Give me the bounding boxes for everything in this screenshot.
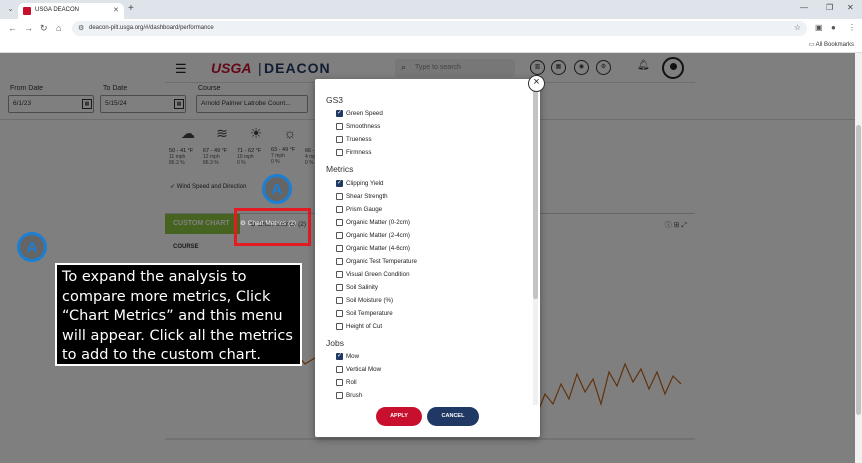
checkbox-label: Clipping Yield bbox=[346, 180, 384, 187]
profile-icon[interactable]: ● bbox=[831, 23, 836, 32]
checkbox-label: Mow bbox=[346, 353, 360, 360]
checkbox[interactable] bbox=[336, 149, 343, 156]
page-scrollbar[interactable] bbox=[855, 53, 862, 463]
checkbox[interactable] bbox=[336, 136, 343, 143]
site-info-icon[interactable]: ⚙ bbox=[78, 24, 84, 32]
instruction-callout: To expand the analysis to compare more m… bbox=[55, 263, 302, 366]
address-bar: ← → ↻ ⌂ ⚙ deacon-pilt.usga.org/#/dashboa… bbox=[0, 19, 862, 38]
checkbox[interactable] bbox=[336, 109, 343, 117]
checkbox[interactable] bbox=[336, 258, 343, 265]
checkbox[interactable] bbox=[336, 219, 343, 226]
checkbox-label: Soil Moisture (%) bbox=[346, 297, 394, 304]
annotation-marker: A bbox=[262, 174, 292, 204]
all-bookmarks[interactable]: ▭ All Bookmarks bbox=[809, 41, 854, 48]
apply-button[interactable]: APPLY bbox=[376, 407, 422, 426]
tab-close-icon[interactable]: ✕ bbox=[113, 6, 119, 14]
modal-scrollbar-thumb[interactable] bbox=[533, 87, 538, 299]
restore-icon[interactable]: ❐ bbox=[826, 3, 833, 12]
checkbox-label: Organic Matter (0-2cm) bbox=[346, 219, 410, 226]
checkbox[interactable] bbox=[336, 232, 343, 239]
checkbox[interactable] bbox=[336, 123, 343, 130]
url-field[interactable]: ⚙ deacon-pilt.usga.org/#/dashboard/perfo… bbox=[72, 21, 807, 36]
checkbox-label: Vertical Mow bbox=[346, 366, 382, 373]
sidebar-icon[interactable]: ▣ bbox=[815, 23, 823, 32]
chart-metrics-highlight-label: ⚙ Chart Metrics (2) bbox=[240, 220, 297, 227]
checkbox[interactable] bbox=[336, 271, 343, 278]
tab-title: USGA DEACON bbox=[35, 7, 80, 13]
checkbox-label: Firmness bbox=[346, 149, 372, 156]
page-scrollbar-thumb[interactable] bbox=[856, 125, 861, 415]
home-icon[interactable]: ⌂ bbox=[56, 23, 61, 33]
checkbox[interactable] bbox=[336, 297, 343, 304]
checkbox[interactable] bbox=[336, 284, 343, 291]
metrics-list[interactable]: GS3 Green Speed Smoothness Trueness Firm… bbox=[315, 87, 533, 405]
group-title-jobs: Jobs bbox=[326, 338, 344, 348]
forward-icon[interactable]: → bbox=[24, 23, 33, 33]
instruction-text: To expand the analysis to compare more m… bbox=[62, 269, 293, 363]
checkbox-label: Height of Cut bbox=[346, 323, 383, 330]
usga-favicon-icon bbox=[23, 7, 31, 15]
annotation-marker: A bbox=[17, 232, 47, 262]
group-title-gs3: GS3 bbox=[326, 95, 344, 105]
browser-tab-bar: ⌄ USGA DEACON ✕ + — ❐ ✕ bbox=[0, 0, 862, 19]
reload-icon[interactable]: ↻ bbox=[40, 23, 48, 34]
checkbox[interactable] bbox=[336, 206, 343, 213]
checkbox-label: Trueness bbox=[346, 136, 372, 143]
checkbox-label: Soil Temperature bbox=[346, 310, 393, 317]
url-text: deacon-pilt.usga.org/#/dashboard/perform… bbox=[89, 25, 214, 31]
group-title-metrics: Metrics bbox=[326, 164, 354, 174]
checkbox-label: Organic Matter (4-6cm) bbox=[346, 245, 410, 252]
chart-metrics-modal: GS3 Green Speed Smoothness Trueness Firm… bbox=[315, 79, 540, 437]
back-icon[interactable]: ← bbox=[8, 23, 17, 33]
bookmarks-bar: ▭ All Bookmarks bbox=[0, 38, 862, 53]
browser-tab[interactable]: USGA DEACON ✕ bbox=[18, 3, 124, 19]
checkbox-label: Roll bbox=[346, 379, 357, 386]
checkbox[interactable] bbox=[336, 379, 343, 386]
checkbox-label: Organic Matter (2-4cm) bbox=[346, 232, 410, 239]
checkbox-label: Organic Test Temperature bbox=[346, 258, 417, 265]
checkbox-label: Soil Salinity bbox=[346, 284, 378, 291]
checkbox[interactable] bbox=[336, 179, 343, 187]
menu-icon[interactable]: ⋮ bbox=[848, 23, 856, 32]
checkbox[interactable] bbox=[336, 366, 343, 373]
checkbox[interactable] bbox=[336, 392, 343, 399]
checkbox-label: Visual Green Condition bbox=[346, 271, 410, 278]
checkbox-label: Shear Strength bbox=[346, 193, 388, 200]
modal-scrollbar[interactable] bbox=[533, 87, 538, 405]
close-window-icon[interactable]: ✕ bbox=[847, 3, 854, 12]
bookmark-star-icon[interactable]: ☆ bbox=[794, 23, 801, 32]
checkbox-label: Brush bbox=[346, 392, 363, 399]
minimize-icon[interactable]: — bbox=[800, 3, 808, 12]
close-icon[interactable]: × bbox=[528, 75, 545, 92]
new-tab-icon[interactable]: + bbox=[128, 3, 134, 14]
cancel-button[interactable]: CANCEL bbox=[427, 407, 479, 426]
checkbox[interactable] bbox=[336, 245, 343, 252]
checkbox-label: Prism Gauge bbox=[346, 206, 383, 213]
checkbox[interactable] bbox=[336, 323, 343, 330]
chart-metrics-highlight bbox=[234, 208, 311, 246]
checkbox[interactable] bbox=[336, 352, 343, 360]
tab-search-icon[interactable]: ⌄ bbox=[5, 4, 16, 15]
checkbox[interactable] bbox=[336, 310, 343, 317]
checkbox-label: Smoothness bbox=[346, 123, 381, 130]
checkbox-label: Green Speed bbox=[346, 110, 383, 117]
checkbox[interactable] bbox=[336, 193, 343, 200]
